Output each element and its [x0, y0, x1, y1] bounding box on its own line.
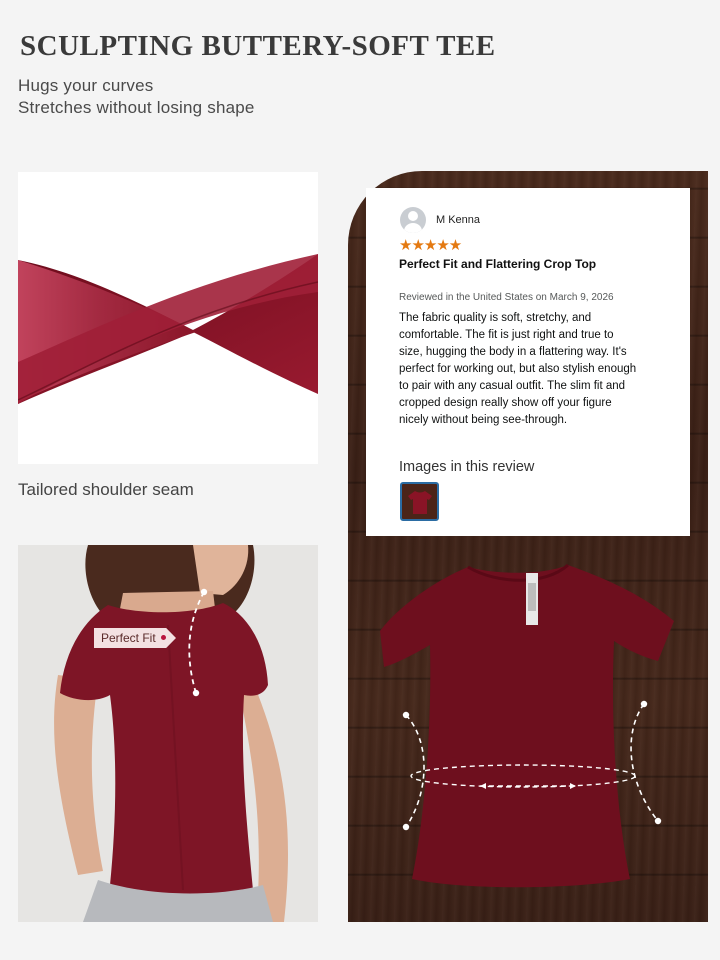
star-rating: ★★★★★ [399, 237, 462, 254]
thumbnail-tee-icon [407, 490, 432, 514]
avatar-icon [400, 207, 426, 233]
review-meta: Reviewed in the United States on March 9… [399, 292, 614, 303]
reviewer-name: M Kenna [436, 214, 481, 226]
subtitle-hugs: Hugs your curves [18, 76, 154, 95]
page-title: SCULPTING BUTTERY-SOFT TEE [20, 30, 496, 62]
review-body: The fabric quality is soft, stretchy, an… [399, 312, 637, 426]
model-illustration [18, 545, 318, 922]
review-images-label: Images in this review [399, 459, 535, 475]
model-back-image [18, 545, 318, 922]
review-image-thumbnail[interactable] [400, 482, 439, 521]
fabric-swatch-graphic [18, 254, 318, 404]
tag-dot-icon [161, 635, 166, 640]
review-title[interactable]: Perfect Fit and Flattering Crop Top [399, 257, 596, 271]
fabric-caption: Tailored shoulder seam [18, 480, 194, 499]
subtitle-stretches: Stretches without losing shape [18, 98, 255, 117]
reviewer-info: M Kenna [400, 207, 480, 233]
fabric-closeup-image [18, 172, 318, 464]
